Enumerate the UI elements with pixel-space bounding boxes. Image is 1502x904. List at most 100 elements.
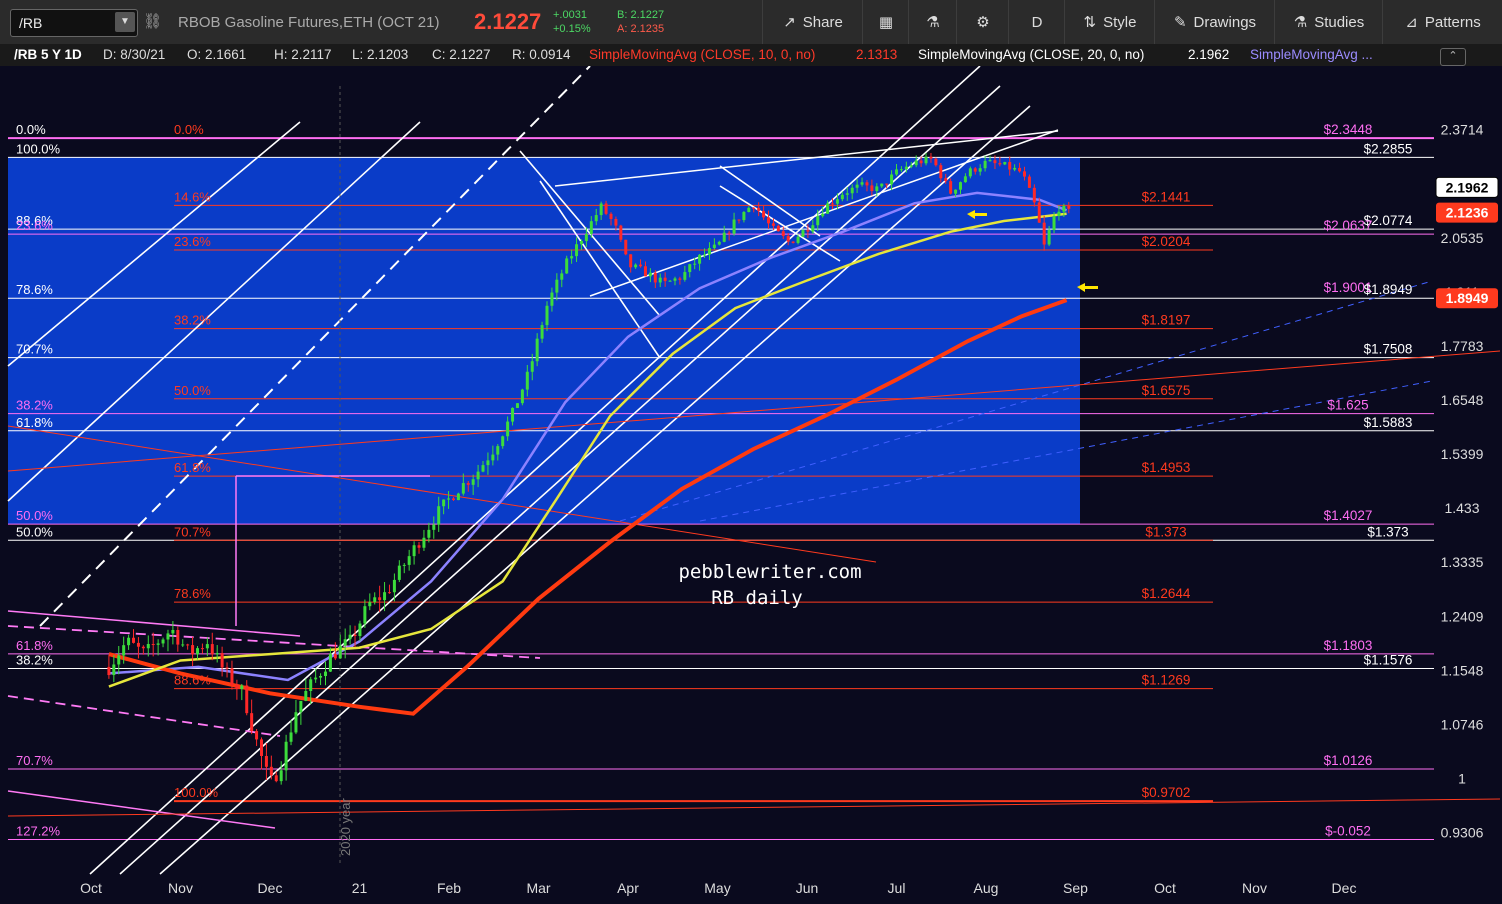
flask-icon: ⚗ [1293,14,1308,31]
y-axis-label: 2.0535 [1441,230,1484,246]
chart-title: /RB 5 Y 1D [14,47,82,62]
candle-body [1047,230,1051,245]
candle-body [747,207,751,212]
candle-body [752,207,756,209]
fib-label-white: 0.0% [16,122,46,137]
patterns-label: Patterns [1424,13,1481,31]
candle-body [333,653,337,659]
drawings-button[interactable]: ✎ Drawings [1154,0,1275,44]
candle-body [614,218,618,226]
candle-body [196,648,200,655]
fib-label-red: 70.7% [174,524,211,539]
period-button[interactable]: D [1008,0,1065,44]
candle-body [363,606,367,624]
x-axis-label: Oct [80,880,102,896]
candle-body [289,732,293,742]
candle-body [594,215,598,222]
candle-body [983,160,987,169]
candle-body [432,524,436,530]
link-icon[interactable]: ⛓ [143,12,162,30]
candle-body [235,684,239,690]
studies-label: Studies [1314,13,1365,31]
watermark-line2: RB daily [711,587,803,609]
candle-body [599,203,603,216]
symbol-input[interactable]: /RB ▼ [10,9,138,37]
candle-body [786,235,790,242]
patterns-icon: ⊿ [1405,14,1418,31]
candle-body [963,176,967,183]
lab-button[interactable]: ⚗ [908,0,957,44]
candle-body [648,272,652,277]
fib-label-red: 78.6% [174,586,211,601]
studies-button[interactable]: ⚗ Studies [1274,0,1383,44]
fib-label-red: 50.0% [174,383,211,398]
settings-button[interactable]: ⚙ [956,0,1009,44]
candle-body [373,597,377,603]
change-value: +.0031 [553,9,587,21]
chevron-down-icon[interactable]: ▼ [115,12,135,32]
candle-body [924,156,928,164]
candle-body [269,766,273,776]
candle-body [525,371,529,390]
candle-body [550,292,554,306]
style-button[interactable]: ⇅ Style [1064,0,1155,44]
study-info-bar: /RB 5 Y 1D D: 8/30/21 O: 2.1661 H: 2.211… [0,44,1502,66]
x-axis-panel [0,874,1502,904]
candle-body [417,545,421,548]
x-axis-label: Aug [974,880,999,896]
candle-body [540,325,544,339]
candle-body [442,499,446,507]
y-axis-label: 1.6548 [1441,392,1484,408]
price-chart[interactable]: 2020 year 0.0% 100.0% 88.6% 78.6% 70.7% 61.8%… [0,66,1502,904]
fib-price-label: $1.1269 [1142,673,1191,688]
candle-body [629,254,633,268]
period-label: D [1031,13,1043,31]
candle-body [663,277,667,282]
candle-body [742,211,746,221]
candle-body [1032,187,1036,203]
candle-body [240,685,244,690]
candle-body [348,634,352,640]
fib-label-magenta: 61.8% [16,638,53,653]
candle-body [1018,167,1022,172]
y-axis-label: 1.3335 [1441,554,1484,570]
last-price: 2.1227 [474,9,542,34]
candle-body [383,592,387,601]
candle-body [639,264,643,267]
share-icon: ↗ [783,14,796,31]
candle-body [112,664,116,676]
candle-body [1027,176,1031,188]
candle-body [156,643,160,645]
candle-body [1022,171,1026,177]
x-axis-label: Nov [1242,880,1267,896]
candle-body [565,258,569,274]
bid-ask: B: 2.1227 A: 2.1235 [617,8,664,36]
candle-body [811,225,815,232]
fib-price-label: $1.4953 [1142,460,1191,475]
x-axis-label: Oct [1154,880,1176,896]
candle-body [958,182,962,190]
fib-price-label: $1.1803 [1324,638,1373,653]
fib-price-label: $0.9702 [1142,785,1191,800]
candle-body [225,667,229,669]
candle-body [294,712,298,733]
y-axis-label: 1.0746 [1441,716,1484,732]
candle-body [151,644,155,646]
x-axis-label: Nov [168,880,193,896]
candle-body [205,644,209,649]
fib-label-magenta: 127.2% [16,823,61,838]
fib-price-label: $2.0204 [1142,234,1191,249]
chart-settings-button[interactable]: ▦ [862,0,909,44]
candle-body [520,389,524,404]
candle-body [1062,205,1066,212]
share-button[interactable]: ↗ Share [762,0,863,44]
collapse-studies-button[interactable]: ⌃ [1440,48,1466,66]
sma10-value: 2.1313 [856,47,898,62]
candle-body [762,210,766,218]
candle-body [673,278,677,281]
info-open: O: 2.1661 [187,47,247,62]
candle-body [821,213,825,217]
candle-body [122,645,126,656]
patterns-button[interactable]: ⊿ Patterns [1382,0,1502,44]
candle-body [919,160,923,164]
